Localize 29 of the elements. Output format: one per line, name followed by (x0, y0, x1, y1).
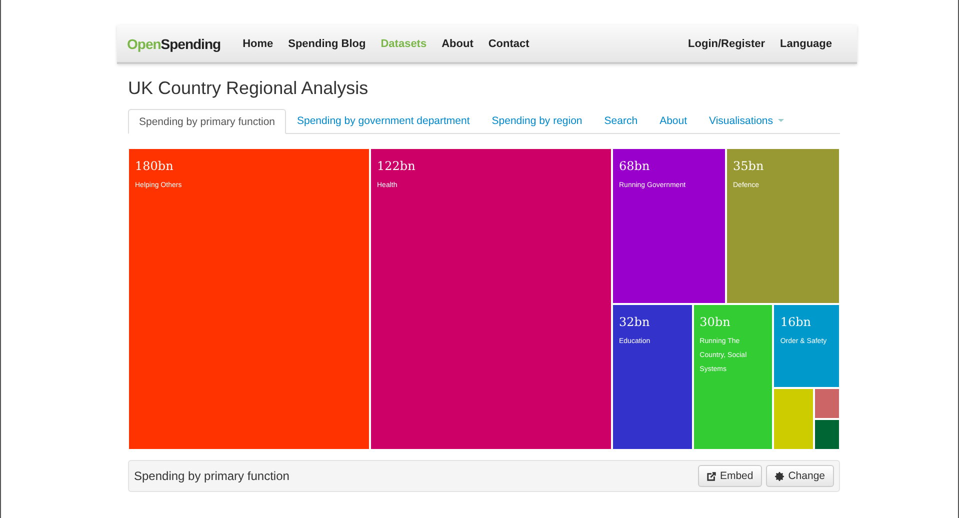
gear-icon (775, 472, 784, 480)
share-icon (706, 472, 716, 480)
tab[interactable]: Spending by government department (286, 109, 481, 133)
treemap-tile[interactable] (814, 388, 840, 419)
tile-value: 180bn (135, 159, 174, 173)
tile-value: 16bn (780, 315, 812, 329)
tab[interactable]: Spending by region (480, 109, 594, 133)
tab[interactable]: Spending by primary function (128, 109, 286, 134)
nav-link[interactable]: Login/Register (688, 38, 766, 50)
nav-link[interactable]: Language (780, 38, 832, 50)
nav-link[interactable]: Home (242, 38, 274, 50)
change-button[interactable]: Change (766, 465, 834, 487)
page-title: UK Country Regional Analysis (128, 78, 370, 99)
footer-title: Spending by primary function (134, 469, 290, 483)
treemap-tile[interactable] (773, 388, 814, 450)
brand-logo[interactable]: OpenSpending (127, 36, 221, 52)
nav-link[interactable]: About (442, 38, 474, 50)
tab[interactable]: About (648, 109, 698, 133)
tile-value: 32bn (619, 315, 651, 329)
tab[interactable]: Search (593, 109, 649, 133)
tile-value: 68bn (619, 159, 651, 173)
nav-link[interactable]: Contact (488, 38, 530, 50)
tile-value: 35bn (733, 159, 765, 173)
tab[interactable]: Visualisations (698, 109, 796, 133)
embed-button[interactable]: Embed (698, 465, 762, 487)
nav-link[interactable]: Spending Blog (288, 38, 366, 50)
tile-value: 122bn (377, 159, 416, 173)
tile-value: 30bn (700, 315, 732, 329)
treemap-tile[interactable] (814, 419, 840, 450)
